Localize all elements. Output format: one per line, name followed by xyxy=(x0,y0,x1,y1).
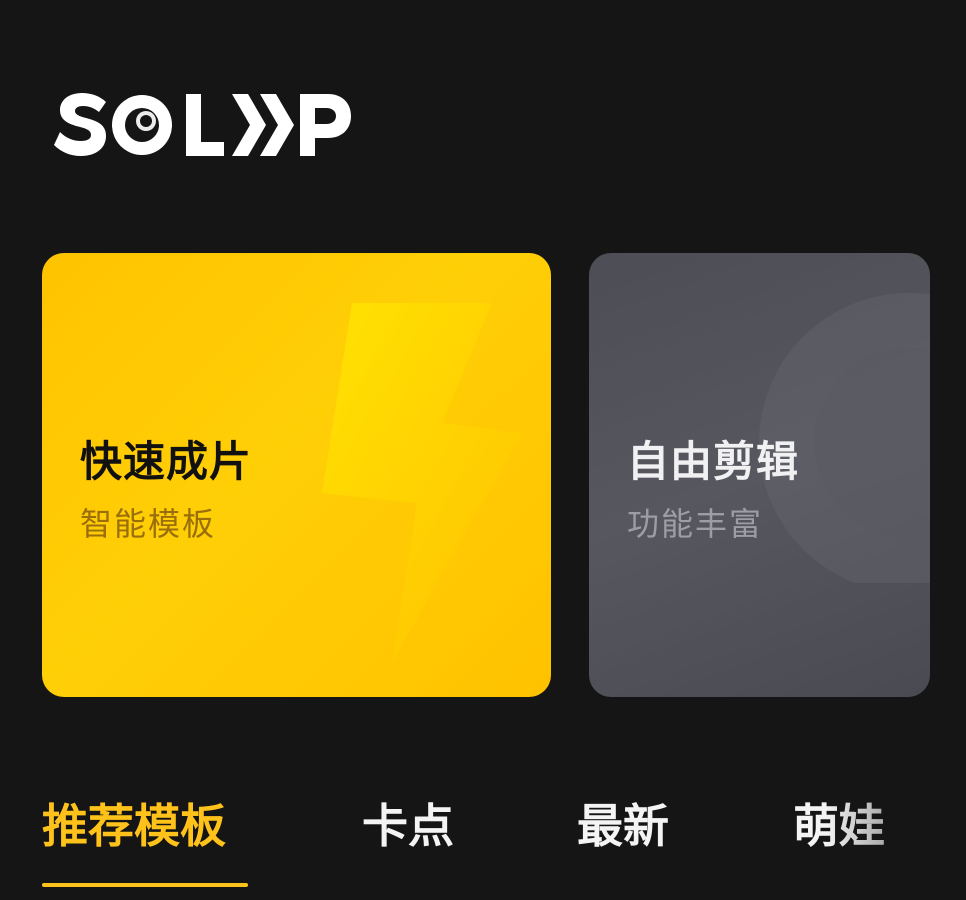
card-title: 快速成片 xyxy=(80,437,253,486)
card-subtitle: 功能丰富 xyxy=(627,505,764,543)
tab-latest[interactable]: 最新 xyxy=(577,790,669,856)
card-subtitle: 智能模板 xyxy=(80,505,217,543)
category-tabs: 推荐模板 卡点 最新 萌娃 xyxy=(0,780,966,900)
lightning-icon xyxy=(322,303,522,663)
soloop-logo-icon xyxy=(54,93,351,156)
app-logo xyxy=(54,78,354,168)
tab-beat-sync[interactable]: 卡点 xyxy=(362,790,454,856)
tab-cute-baby[interactable]: 萌娃 xyxy=(793,790,885,856)
free-edit-card[interactable]: 自由剪辑 功能丰富 xyxy=(589,253,930,697)
tab-recommended-templates[interactable]: 推荐模板 xyxy=(42,790,226,856)
card-title: 自由剪辑 xyxy=(627,437,800,486)
active-tab-indicator xyxy=(42,883,248,887)
quick-create-card[interactable]: 快速成片 智能模板 xyxy=(42,253,551,697)
